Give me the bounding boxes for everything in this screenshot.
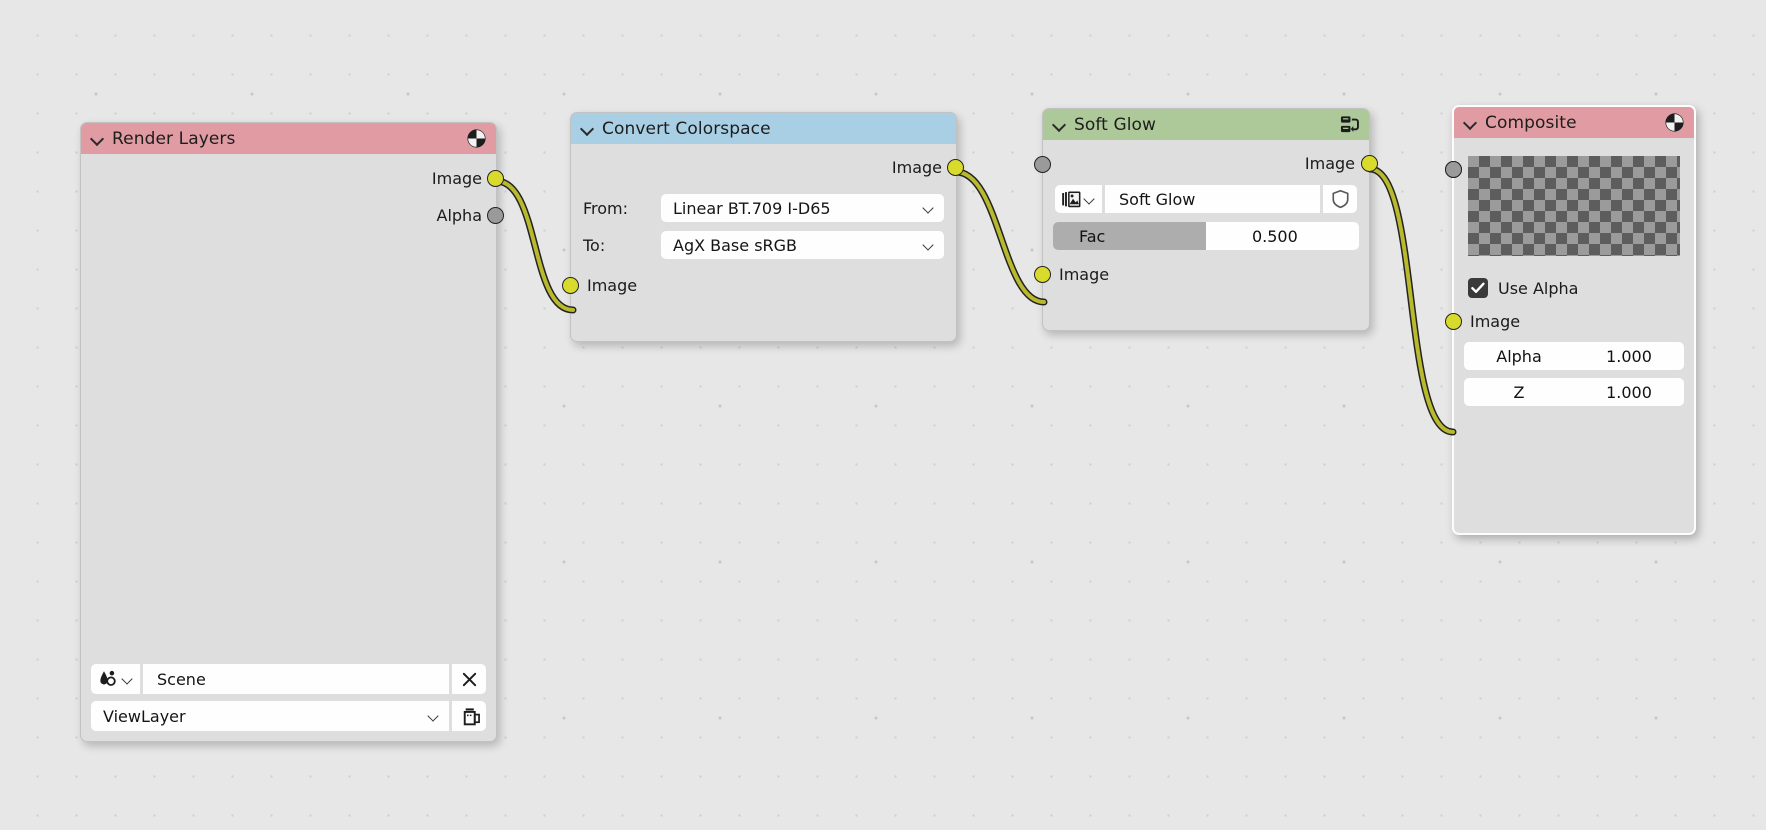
socket-label: Image — [1059, 265, 1110, 284]
fake-user-shield-icon[interactable] — [1323, 185, 1357, 213]
output-socket-row-alpha[interactable]: Alpha — [81, 203, 504, 228]
output-socket-row-image[interactable]: Image — [1043, 151, 1378, 176]
output-socket-row-image[interactable]: Image — [81, 166, 504, 191]
z-label: Z — [1513, 382, 1525, 402]
link-renderlayers-to-convert — [492, 177, 577, 314]
node-title: Render Layers — [112, 128, 236, 149]
alpha-value: 1.000 — [1606, 346, 1652, 366]
link-renderlayers-to-convert-core — [494, 179, 575, 312]
to-colorspace-dropdown[interactable]: AgX Base sRGB — [661, 231, 944, 259]
node-render-layers[interactable]: Render Layers Image Alpha Scene ViewLaye… — [80, 122, 504, 742]
to-colorspace-value: AgX Base sRGB — [673, 235, 798, 255]
link-softglow-to-composite-core — [1368, 167, 1455, 434]
close-x-icon[interactable] — [452, 664, 486, 694]
z-slider-row[interactable]: Z 1.000 — [1445, 161, 1694, 406]
chevron-down-icon[interactable] — [1053, 118, 1066, 131]
fac-slider[interactable]: Fac 0.500 — [1053, 222, 1359, 250]
fac-value: 0.500 — [1251, 226, 1298, 246]
socket-image-out[interactable] — [947, 159, 964, 176]
socket-image-in[interactable] — [1034, 266, 1051, 283]
image-datablock-icon[interactable] — [1055, 185, 1102, 213]
chevron-down-icon[interactable] — [429, 711, 440, 722]
node-body-composite: Use Alpha Image Alpha 1.000 Z 1.000 — [1445, 156, 1694, 415]
socket-label: Image — [891, 158, 942, 177]
socket-label: Image — [1470, 312, 1521, 331]
node-header-composite[interactable]: Composite — [1454, 107, 1694, 138]
use-alpha-row[interactable]: Use Alpha — [1454, 278, 1694, 298]
socket-fac-in[interactable] — [1034, 156, 1051, 173]
chevron-down-icon[interactable] — [123, 674, 134, 685]
alpha-slider-row[interactable]: Alpha 1.000 — [1445, 161, 1694, 370]
socket-label: Image — [587, 276, 638, 295]
socket-alpha-out[interactable] — [487, 207, 504, 224]
from-label: From: — [583, 198, 629, 218]
fac-slider-row[interactable]: Fac 0.500 — [1034, 156, 1369, 250]
node-editor-canvas[interactable]: Render Layers Image Alpha Scene ViewLaye… — [0, 0, 1766, 830]
to-colorspace-row[interactable]: To: AgX Base sRGB — [571, 231, 956, 259]
node-body-soft-glow: Image Soft Glow Fac 0.500 Image — [1034, 151, 1378, 296]
socket-image-in[interactable] — [562, 277, 579, 294]
chevron-down-icon[interactable] — [1464, 116, 1477, 129]
to-label: To: — [583, 235, 606, 255]
view-layer-value: ViewLayer — [103, 706, 186, 726]
alpha-label: Alpha — [1496, 346, 1542, 366]
node-title: Soft Glow — [1074, 114, 1157, 135]
socket-label: Image — [1304, 154, 1355, 173]
node-title: Composite — [1485, 112, 1577, 133]
chevron-down-icon[interactable] — [924, 203, 935, 214]
socket-label: Alpha — [436, 206, 483, 225]
composite-preview — [1468, 156, 1680, 256]
node-convert-colorspace[interactable]: Convert Colorspace Image From: Linear BT… — [562, 112, 964, 342]
scene-selector-row[interactable]: Scene — [81, 664, 496, 694]
use-alpha-checkbox[interactable] — [1468, 278, 1488, 298]
view-layer-selector-row[interactable]: ViewLayer — [81, 701, 496, 731]
chevron-down-icon[interactable] — [1085, 194, 1096, 205]
node-header-render-layers[interactable]: Render Layers — [81, 123, 496, 154]
chevron-down-icon[interactable] — [581, 122, 594, 135]
input-socket-row-image[interactable]: Image — [562, 273, 956, 298]
chevron-down-icon[interactable] — [924, 240, 935, 251]
socket-label: Image — [431, 169, 482, 188]
socket-image-in[interactable] — [1445, 313, 1462, 330]
scene-name-field[interactable]: Scene — [143, 664, 449, 694]
scene-data-icon[interactable] — [91, 664, 140, 694]
use-alpha-label: Use Alpha — [1498, 278, 1579, 298]
node-header-soft-glow[interactable]: Soft Glow — [1043, 109, 1369, 140]
datablock-name-field[interactable]: Soft Glow — [1105, 185, 1320, 213]
from-colorspace-row[interactable]: From: Linear BT.709 I-D65 — [571, 194, 956, 222]
node-title: Convert Colorspace — [602, 118, 771, 139]
node-composite[interactable]: Composite Use Alpha Image Alpha 1.000 Z … — [1445, 105, 1696, 535]
from-colorspace-dropdown[interactable]: Linear BT.709 I-D65 — [661, 194, 944, 222]
node-group-icon — [1338, 114, 1360, 136]
link-convert-to-softglow — [952, 168, 1048, 306]
from-colorspace-value: Linear BT.709 I-D65 — [673, 198, 831, 218]
alpha-field[interactable]: Alpha 1.000 — [1464, 342, 1684, 370]
node-soft-glow[interactable]: Soft Glow Image Soft Glow Fac 0.500 Imag… — [1034, 108, 1378, 331]
chevron-down-icon[interactable] — [91, 132, 104, 145]
socket-image-out[interactable] — [1361, 155, 1378, 172]
datablock-selector-row[interactable]: Soft Glow — [1043, 185, 1369, 213]
checkmark-icon — [1471, 282, 1485, 293]
socket-z-in[interactable] — [1445, 161, 1462, 178]
render-result-icon — [1663, 112, 1685, 134]
render-layers-icon[interactable] — [452, 701, 486, 731]
node-header-convert-colorspace[interactable]: Convert Colorspace — [571, 113, 956, 144]
link-softglow-to-composite — [1366, 165, 1457, 436]
socket-image-out[interactable] — [487, 170, 504, 187]
link-convert-to-softglow-core — [954, 170, 1046, 304]
input-socket-row-image[interactable]: Image — [1445, 309, 1694, 334]
z-field[interactable]: Z 1.000 — [1464, 378, 1684, 406]
node-body-convert-colorspace: Image From: Linear BT.709 I-D65 To: AgX … — [562, 155, 964, 307]
input-socket-row-image[interactable]: Image — [1034, 262, 1369, 287]
render-result-icon — [465, 128, 487, 150]
z-value: 1.000 — [1606, 382, 1652, 402]
node-body-render-layers: Image Alpha — [81, 166, 504, 237]
view-layer-dropdown[interactable]: ViewLayer — [91, 701, 449, 731]
output-socket-row-image[interactable]: Image — [571, 155, 964, 180]
